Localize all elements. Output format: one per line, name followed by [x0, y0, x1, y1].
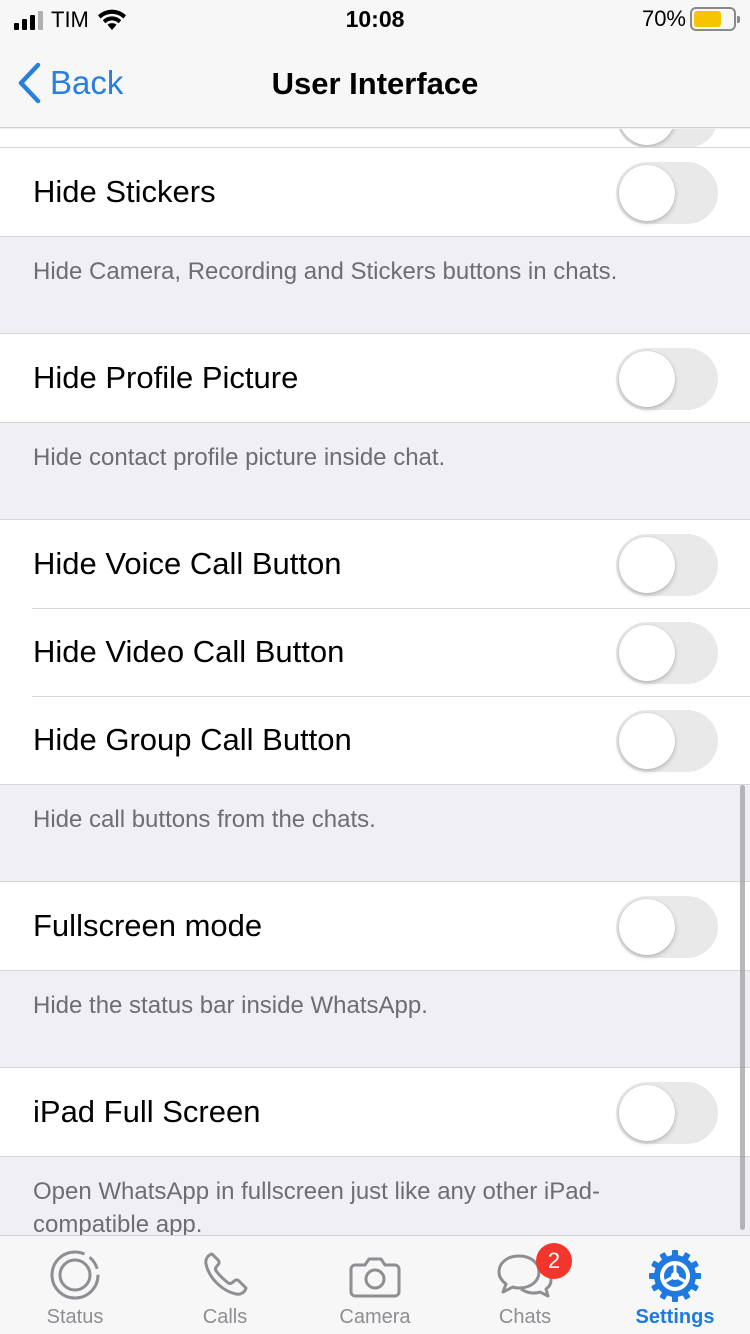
status-bar: TIM 10:08 70% — [0, 0, 750, 40]
hide-profile-picture-toggle[interactable] — [616, 348, 718, 410]
settings-icon — [649, 1250, 701, 1302]
tab-label: Settings — [635, 1306, 715, 1328]
tab-settings[interactable]: Settings — [600, 1236, 750, 1334]
tab-status[interactable]: Status — [0, 1236, 150, 1334]
tab-chats[interactable]: 2 Chats — [450, 1236, 600, 1334]
setting-row-hide-profile-picture[interactable]: Hide Profile Picture — [0, 334, 750, 422]
setting-label: Hide Stickers — [33, 174, 216, 209]
toggle-switch[interactable] — [616, 129, 718, 148]
setting-label: Hide Group Call Button — [33, 722, 352, 757]
tab-calls[interactable]: Calls — [150, 1236, 300, 1334]
setting-label: Fullscreen mode — [33, 908, 263, 943]
camera-icon — [349, 1257, 401, 1298]
unread-badge: 2 — [536, 1243, 572, 1279]
section-footer: Open WhatsApp in fullscreen just like an… — [33, 1178, 600, 1235]
tab-label: Calls — [202, 1306, 248, 1328]
clock: 10:08 — [345, 6, 405, 32]
section-footer: Hide contact profile picture inside chat… — [33, 444, 446, 471]
section-hide-stickers: Hide Stickers — [0, 148, 750, 237]
section-call-buttons: Hide Voice Call Button Hide Video Call B… — [0, 519, 750, 785]
hide-group-call-toggle[interactable] — [616, 710, 718, 772]
fullscreen-mode-toggle[interactable] — [616, 896, 718, 958]
tab-camera[interactable]: Camera — [300, 1236, 450, 1334]
hide-voice-call-toggle[interactable] — [616, 534, 718, 596]
setting-row-hide-group-call-button[interactable]: Hide Group Call Button — [0, 696, 750, 784]
status-icon — [50, 1250, 100, 1300]
setting-label: Hide Profile Picture — [33, 360, 299, 395]
hide-stickers-toggle[interactable] — [616, 162, 718, 224]
section-footer: Hide Camera, Recording and Stickers butt… — [33, 258, 618, 285]
battery-icon — [690, 7, 740, 31]
settings-list[interactable]: Hide Stickers Hide Camera, Recording and… — [0, 129, 750, 1235]
setting-row-hide-stickers[interactable]: Hide Stickers — [0, 148, 750, 236]
setting-label: iPad Full Screen — [33, 1094, 261, 1129]
tab-label: Chats — [498, 1306, 552, 1328]
section-footer: Hide the status bar inside WhatsApp. — [33, 992, 428, 1019]
ipad-full-screen-toggle[interactable] — [616, 1082, 718, 1144]
setting-row-fullscreen-mode[interactable]: Fullscreen mode — [0, 882, 750, 970]
navigation-bar: Back User Interface — [0, 40, 750, 128]
setting-row-ipad-full-screen[interactable]: iPad Full Screen — [0, 1068, 750, 1156]
hide-video-call-toggle[interactable] — [616, 622, 718, 684]
setting-label: Hide Video Call Button — [33, 634, 345, 669]
section-ipad-full-screen: iPad Full Screen — [0, 1067, 750, 1157]
section-hide-profile-picture: Hide Profile Picture — [0, 333, 750, 423]
section-footer: Hide call buttons from the chats. — [33, 806, 376, 833]
phone-icon — [204, 1252, 248, 1296]
section-fullscreen-mode: Fullscreen mode — [0, 881, 750, 971]
page-title: User Interface — [271, 66, 479, 101]
battery-percent: 70% — [641, 6, 686, 31]
battery-level — [694, 11, 721, 27]
setting-row-hide-voice-call-button[interactable]: Hide Voice Call Button — [0, 520, 750, 608]
partial-row — [0, 129, 750, 148]
setting-label: Hide Voice Call Button — [33, 546, 342, 581]
tab-bar: Status Calls Camera 2 Chats Settings — [0, 1235, 750, 1334]
tab-label: Camera — [339, 1306, 411, 1328]
setting-row-hide-video-call-button[interactable]: Hide Video Call Button — [0, 608, 750, 696]
tab-label: Status — [46, 1306, 104, 1328]
scrollbar[interactable] — [740, 785, 745, 1230]
